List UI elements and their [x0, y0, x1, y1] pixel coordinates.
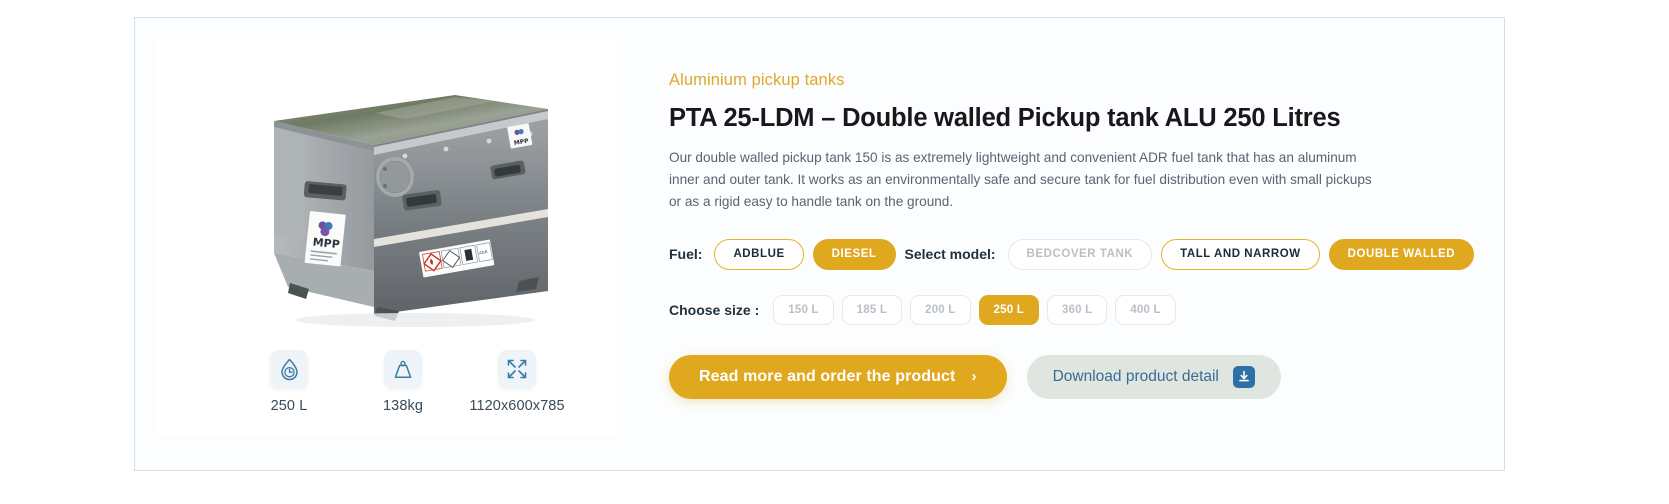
product-category[interactable]: Aluminium pickup tanks: [669, 72, 1449, 89]
download-label: Download product detail: [1052, 367, 1219, 385]
options-row-size: Choose size : 150 L 185 L 200 L 250 L 36…: [669, 294, 1449, 325]
read-more-and-order-button[interactable]: Read more and order the product ›: [669, 354, 1007, 399]
spec-dimensions: 1120x600x785: [469, 350, 565, 414]
size-option-400l[interactable]: 400 L: [1115, 294, 1176, 325]
model-option-double-walled[interactable]: DOUBLE WALLED: [1328, 238, 1475, 270]
fuel-option-adblue[interactable]: ADBLUE: [714, 238, 804, 270]
product-card: MPP MPP ADR 250 L 138kg 1120x600x785 Alu…: [134, 17, 1505, 471]
size-option-360l[interactable]: 360 L: [1046, 294, 1108, 325]
cta-row: Read more and order the product › Downlo…: [669, 354, 1449, 399]
size-label: Choose size :: [669, 301, 760, 318]
spec-volume-value: 250 L: [270, 398, 308, 414]
download-icon: [1232, 365, 1255, 388]
options-row-fuel-model: Fuel: ADBLUE DIESEL Select model: BEDCOV…: [669, 238, 1475, 270]
model-label: Select model:: [904, 246, 996, 263]
size-option-185l[interactable]: 185 L: [841, 294, 903, 325]
spec-weight-value: 138kg: [382, 398, 423, 414]
read-more-label: Read more and order the product: [699, 367, 956, 385]
size-option-250l[interactable]: 250 L: [978, 294, 1039, 325]
page-root: MPP MPP ADR 250 L 138kg 1120x600x785 Alu…: [0, 0, 1669, 504]
model-option-tall-and-narrow[interactable]: TALL AND NARROW: [1161, 238, 1320, 270]
spec-strip: 250 L 138kg 1120x600x785: [259, 350, 565, 414]
product-photo[interactable]: MPP MPP ADR: [155, 39, 618, 339]
spec-dimensions-value: 1120x600x785: [469, 398, 565, 414]
spec-volume: 250 L: [259, 350, 319, 414]
page-title: PTA 25-LDM – Double walled Pickup tank A…: [669, 103, 1341, 132]
product-description: Our double walled pickup tank 150 is as …: [669, 149, 1372, 210]
fuel-option-diesel[interactable]: DIESEL: [812, 238, 896, 270]
product-media-panel: MPP MPP ADR 250 L 138kg 1120x600x785: [155, 39, 618, 435]
volume-droplet-icon: [270, 350, 308, 388]
size-option-150l[interactable]: 150 L: [773, 294, 834, 325]
spec-weight: 138kg: [373, 350, 433, 414]
weight-icon: [384, 350, 422, 388]
dimensions-icon: [498, 350, 536, 388]
fuel-label: Fuel:: [669, 246, 703, 263]
product-photo-illustration: MPP MPP ADR: [155, 39, 618, 339]
size-option-200l[interactable]: 200 L: [910, 294, 971, 325]
product-info-panel: Aluminium pickup tanks PTA 25-LDM – Doub…: [669, 72, 1475, 399]
chevron-right-icon: ›: [971, 368, 977, 386]
model-option-bedcover-tank[interactable]: BEDCOVER TANK: [1007, 238, 1153, 270]
download-product-detail-button[interactable]: Download product detail: [1026, 354, 1281, 399]
